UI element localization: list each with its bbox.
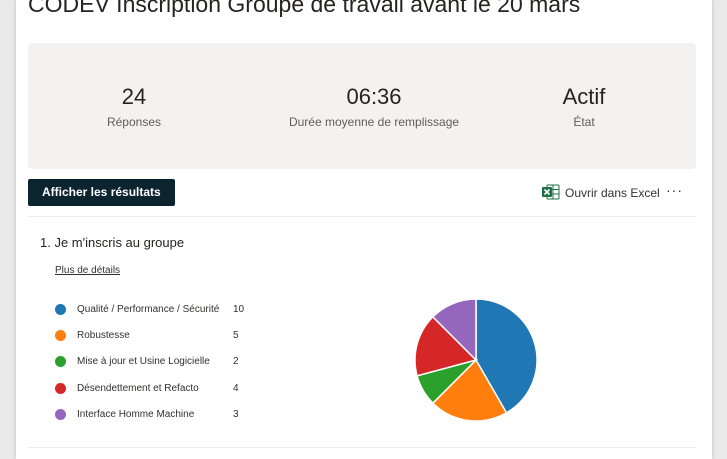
legend-count: 3 bbox=[233, 408, 239, 420]
legend-color-dot bbox=[55, 329, 66, 341]
stat-average-time-value: 06:36 bbox=[346, 84, 402, 109]
legend-count: 4 bbox=[233, 382, 239, 394]
legend-item: Désendettement et Refacto 4 bbox=[55, 375, 253, 401]
legend-label: Désendettement et Refacto bbox=[77, 382, 199, 394]
legend-count: 5 bbox=[233, 329, 239, 341]
legend-label: Interface Homme Machine bbox=[77, 408, 195, 420]
question-title: 1. Je m'inscris au groupe bbox=[40, 235, 185, 250]
stat-average-time-label: Durée moyenne de remplissage bbox=[288, 115, 460, 129]
legend-item: Robustesse 5 bbox=[55, 322, 253, 348]
open-in-excel-label: Ouvrir dans Excel bbox=[565, 186, 660, 200]
form-summary-card: CODEV Inscription Groupe de travail avan… bbox=[16, 0, 712, 459]
stat-responses: 24 Réponses bbox=[34, 83, 234, 129]
open-in-excel-button[interactable]: Ouvrir dans Excel bbox=[542, 184, 660, 202]
stat-status-label: État bbox=[573, 115, 595, 129]
legend-label: Robustesse bbox=[77, 329, 130, 341]
legend-count: 2 bbox=[233, 356, 239, 368]
legend-item: Interface Homme Machine 3 bbox=[55, 401, 253, 427]
legend-color-dot bbox=[55, 408, 66, 420]
stat-status-value: Actif bbox=[562, 84, 606, 109]
legend-color-dot bbox=[55, 382, 66, 394]
divider bbox=[28, 447, 696, 448]
stat-responses-value: 24 bbox=[121, 84, 147, 109]
stat-average-time: 06:36 Durée moyenne de remplissage bbox=[274, 83, 474, 129]
view-results-button[interactable]: Afficher les résultats bbox=[28, 179, 175, 206]
legend-label: Mise à jour et Usine Logicielle bbox=[77, 356, 210, 368]
more-options-button[interactable]: ··· bbox=[666, 182, 683, 198]
form-title: CODEV Inscription Groupe de travail avan… bbox=[28, 0, 581, 17]
legend-item: Qualité / Performance / Sécurité 10 bbox=[55, 296, 253, 322]
stat-status: Actif État bbox=[484, 83, 684, 129]
legend-color-dot bbox=[55, 356, 66, 368]
divider bbox=[28, 216, 696, 217]
excel-icon bbox=[542, 184, 560, 203]
chart-legend: Qualité / Performance / Sécurité 10 Robust… bbox=[55, 296, 253, 427]
legend-label: Qualité / Performance / Sécurité bbox=[77, 303, 220, 315]
stat-responses-label: Réponses bbox=[106, 115, 162, 129]
responses-pie-chart bbox=[414, 298, 538, 422]
legend-color-dot bbox=[55, 303, 66, 315]
stats-panel: 24 Réponses 06:36 Durée moyenne de rempl… bbox=[28, 43, 696, 169]
more-details-link[interactable]: Plus de détails bbox=[55, 265, 120, 276]
legend-item: Mise à jour et Usine Logicielle 2 bbox=[55, 349, 253, 375]
legend-count: 10 bbox=[233, 303, 245, 315]
